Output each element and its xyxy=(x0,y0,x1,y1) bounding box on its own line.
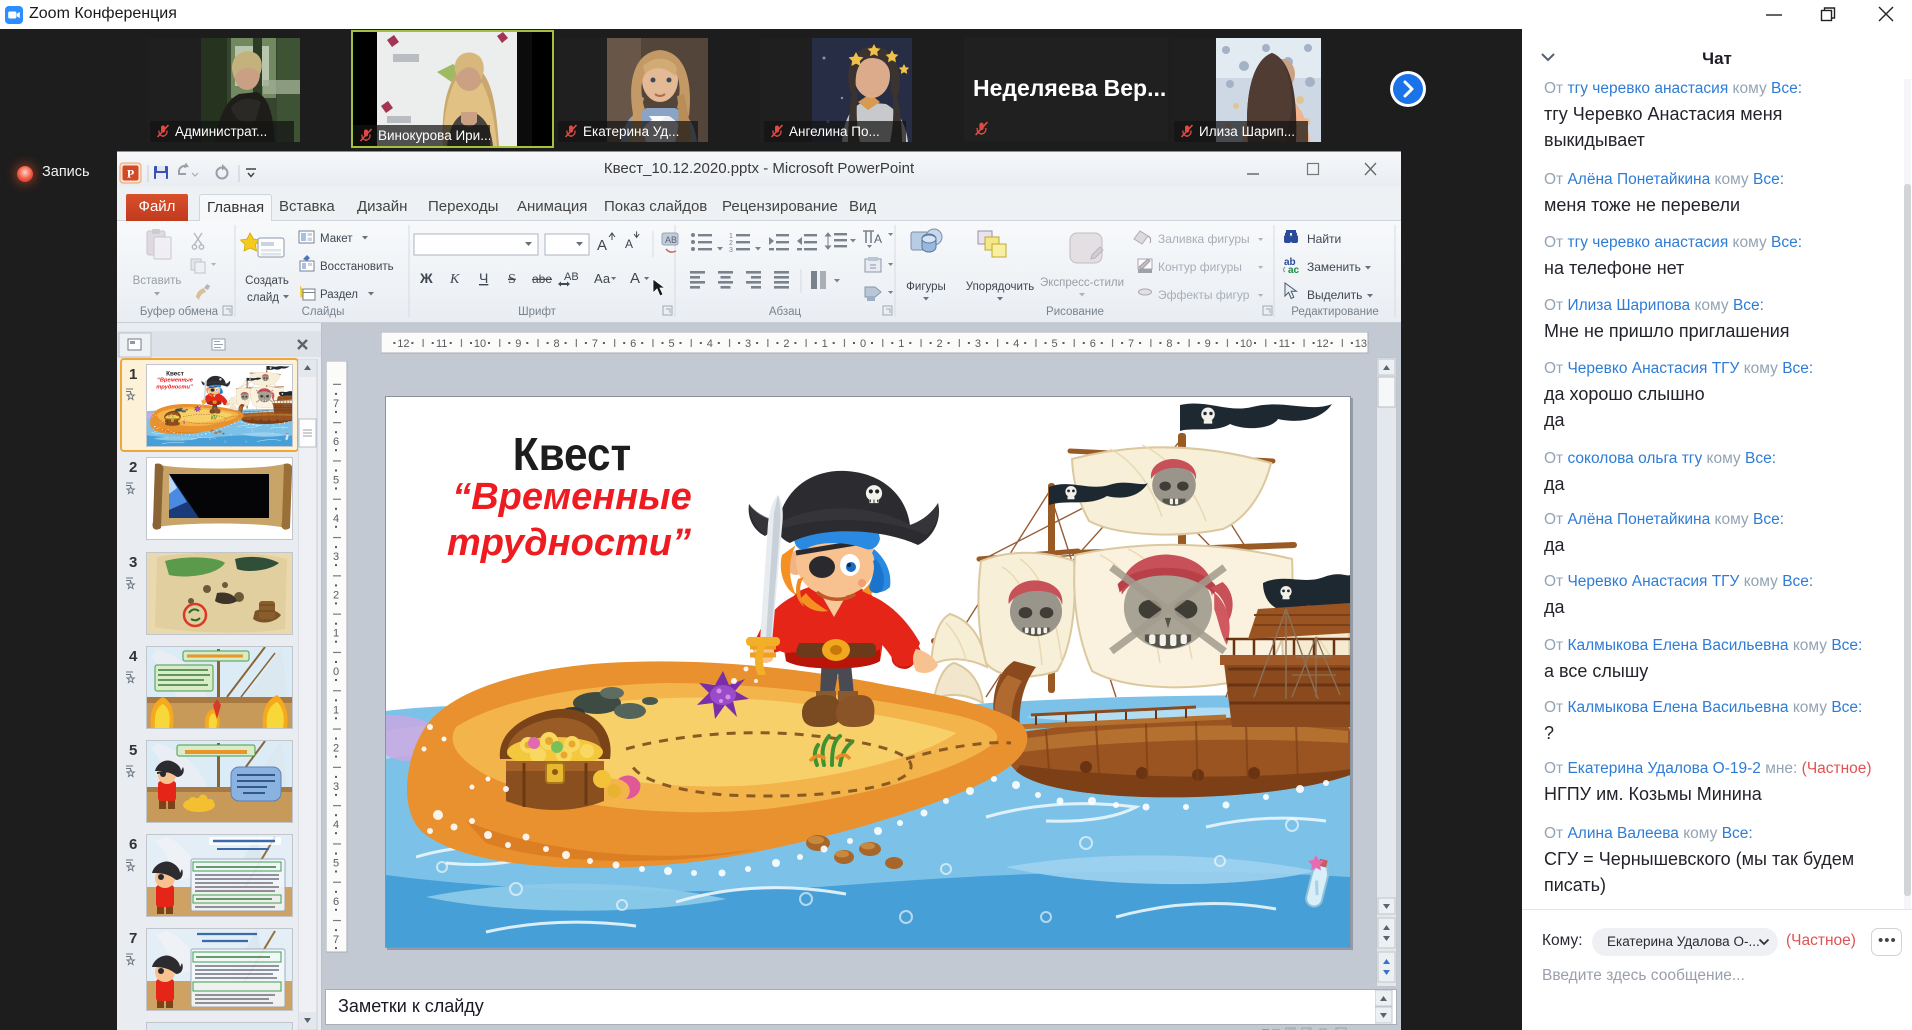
svg-text:3: 3 xyxy=(333,551,339,563)
svg-text:3: 3 xyxy=(333,781,339,793)
svg-text:1: 1 xyxy=(729,233,733,240)
svg-text:7: 7 xyxy=(1128,338,1134,350)
svg-text:abе: abе xyxy=(532,272,552,286)
svg-text:Упорядочить: Упорядочить xyxy=(966,281,1034,293)
svg-text:4: 4 xyxy=(129,648,138,665)
svg-text:Шрифт: Шрифт xyxy=(518,306,557,318)
svg-text:1: 1 xyxy=(822,338,828,350)
svg-text:3: 3 xyxy=(129,554,137,571)
svg-text:5: 5 xyxy=(333,858,339,870)
svg-text:Редактирование: Редактирование xyxy=(1291,306,1379,318)
svg-text:Макет: Макет xyxy=(320,233,353,245)
svg-text:Фигуры: Фигуры xyxy=(906,281,946,293)
svg-text:7: 7 xyxy=(333,934,339,946)
svg-text:4: 4 xyxy=(1013,338,1019,350)
svg-text:А: А xyxy=(630,270,640,287)
svg-text:Заливка фигуры: Заливка фигуры xyxy=(1158,232,1250,246)
svg-text:6: 6 xyxy=(630,338,636,350)
svg-text:Слайды: Слайды xyxy=(302,306,345,318)
svg-text:4: 4 xyxy=(333,513,339,525)
svg-text:Эффекты фигур: Эффекты фигур xyxy=(1158,288,1250,302)
svg-text:6: 6 xyxy=(129,836,137,853)
svg-text:Выделить: Выделить xyxy=(1307,288,1362,302)
svg-text:Вставить: Вставить xyxy=(133,275,182,287)
svg-text:2: 2 xyxy=(729,240,733,247)
svg-text:0: 0 xyxy=(860,338,866,350)
svg-text:ac: ac xyxy=(1288,265,1300,276)
svg-text:10: 10 xyxy=(474,338,486,350)
svg-text:8: 8 xyxy=(1166,338,1172,350)
svg-text:P: P xyxy=(127,167,134,181)
svg-text:Рисование: Рисование xyxy=(1046,306,1104,318)
svg-text:11: 11 xyxy=(1279,338,1290,350)
svg-text:13: 13 xyxy=(1355,338,1367,350)
svg-text:6: 6 xyxy=(333,436,339,448)
svg-text:1: 1 xyxy=(898,338,904,350)
svg-text:Контур фигуры: Контур фигуры xyxy=(1158,260,1242,274)
svg-text:2: 2 xyxy=(937,338,943,350)
svg-text:1: 1 xyxy=(333,704,339,716)
svg-text:11: 11 xyxy=(436,338,447,350)
svg-text:Найти: Найти xyxy=(1307,232,1341,246)
svg-text:2: 2 xyxy=(783,338,789,350)
svg-text:1: 1 xyxy=(129,366,137,383)
svg-text:Экспресс-стили: Экспресс-стили xyxy=(1040,277,1124,289)
svg-text:Буфер обмена: Буфер обмена xyxy=(140,306,219,318)
svg-text:9: 9 xyxy=(1205,338,1211,350)
svg-text:2: 2 xyxy=(333,589,339,601)
svg-text:8: 8 xyxy=(554,338,560,350)
svg-text:Заменить: Заменить xyxy=(1307,260,1361,274)
svg-text:5: 5 xyxy=(333,475,339,487)
svg-text:Создать: Создать xyxy=(245,275,289,287)
svg-text:А: А xyxy=(597,237,607,254)
svg-text:3: 3 xyxy=(975,338,981,350)
svg-text:2: 2 xyxy=(129,459,137,476)
svg-text:5: 5 xyxy=(1051,338,1057,350)
svg-text:5: 5 xyxy=(668,338,674,350)
svg-text:слайд: слайд xyxy=(247,292,279,304)
svg-text:1: 1 xyxy=(333,628,339,640)
svg-text:7: 7 xyxy=(592,338,598,350)
svg-text:3: 3 xyxy=(745,338,751,350)
svg-text:0: 0 xyxy=(333,666,339,678)
svg-text:7: 7 xyxy=(129,930,137,947)
svg-text:Ч: Ч xyxy=(479,270,488,286)
svg-text:9: 9 xyxy=(515,338,521,350)
svg-text:А: А xyxy=(625,237,633,251)
svg-text:Ж: Ж xyxy=(419,270,433,286)
svg-text:2: 2 xyxy=(333,743,339,755)
svg-text:Абзац: Абзац xyxy=(769,306,802,318)
svg-text:S: S xyxy=(508,272,516,287)
svg-text:4: 4 xyxy=(707,338,713,350)
svg-text:12: 12 xyxy=(397,338,409,350)
svg-text:3: 3 xyxy=(729,247,733,254)
svg-text:К: К xyxy=(449,272,460,287)
svg-text:7: 7 xyxy=(333,398,339,410)
svg-text:10: 10 xyxy=(1240,338,1252,350)
svg-text:АВ: АВ xyxy=(665,235,677,245)
svg-text:Раздел: Раздел xyxy=(320,289,358,301)
svg-text:Восстановить: Восстановить xyxy=(320,261,394,273)
svg-text:6: 6 xyxy=(333,896,339,908)
svg-text:6: 6 xyxy=(1090,338,1096,350)
svg-text:5: 5 xyxy=(129,742,137,759)
svg-text:АВ: АВ xyxy=(564,271,579,283)
svg-text:Аа: Аа xyxy=(594,271,611,286)
svg-text:12: 12 xyxy=(1316,338,1328,350)
svg-text:А: А xyxy=(874,232,882,246)
svg-text:4: 4 xyxy=(333,819,339,831)
